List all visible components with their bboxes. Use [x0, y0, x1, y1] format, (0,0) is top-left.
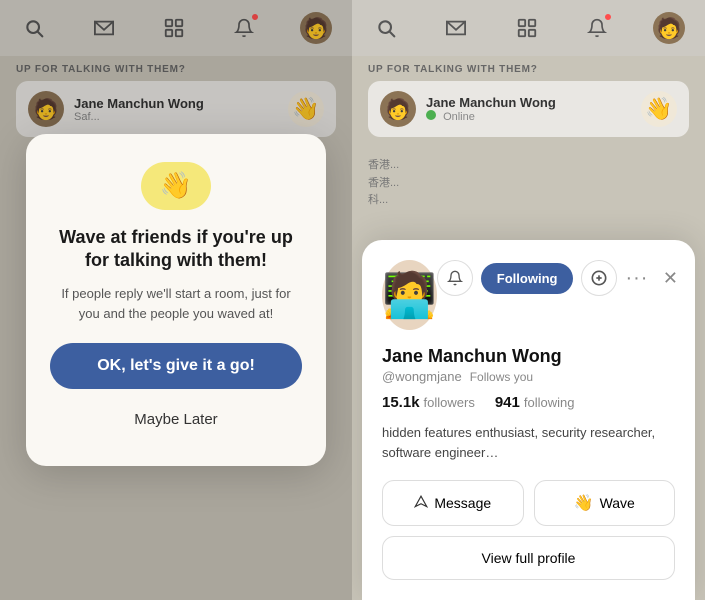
message-icon: [414, 495, 428, 512]
notif-bell-button[interactable]: [437, 260, 473, 296]
right-message-icon[interactable]: [442, 14, 470, 42]
wave-icon: 👋: [574, 493, 594, 513]
add-button[interactable]: [581, 260, 617, 296]
followers-label: followers: [424, 395, 475, 410]
right-panel: 🧑 UP FOR TALKING WITH THEM? 🧑 Jane Manch…: [352, 0, 705, 600]
right-grid-icon[interactable]: [513, 14, 541, 42]
wave-cta-button[interactable]: OK, let's give it a go!: [50, 343, 302, 389]
followers-stat: 15.1k followers: [382, 394, 475, 411]
right-chat-item[interactable]: 🧑 Jane Manchun Wong Online 👋: [368, 81, 689, 137]
right-top-nav: 🧑: [352, 0, 705, 56]
right-avatar[interactable]: 🧑: [653, 12, 685, 44]
wave-label: Wave: [600, 495, 635, 511]
profile-bio: hidden features enthusiast, security res…: [382, 423, 675, 462]
wave-modal-overlay: 👋 Wave at friends if you're up for talki…: [0, 0, 352, 600]
right-chat-name: Jane Manchun Wong: [426, 95, 641, 110]
right-bg-content: UP FOR TALKING WITH THEM? 🧑 Jane Manchun…: [352, 56, 705, 149]
following-stat: 941 following: [495, 394, 575, 411]
wave-emoji: 👋: [160, 170, 192, 201]
right-bell-icon[interactable]: [583, 14, 611, 42]
view-profile-button[interactable]: View full profile: [382, 536, 675, 580]
message-button[interactable]: Message: [382, 480, 524, 526]
wave-later-button[interactable]: Maybe Later: [50, 397, 302, 442]
following-count: 941: [495, 394, 520, 411]
profile-name: Jane Manchun Wong: [382, 346, 675, 367]
more-options-button[interactable]: ···: [625, 267, 648, 290]
followers-count: 15.1k: [382, 394, 420, 411]
right-section-label: UP FOR TALKING WITH THEM?: [368, 64, 689, 75]
profile-card-header: 🧑‍💻 Following: [382, 260, 675, 330]
profile-handle: @wongmjane: [382, 369, 462, 384]
wave-emoji-circle: 👋: [141, 162, 211, 210]
wave-modal-description: If people reply we'll start a room, just…: [50, 284, 302, 323]
profile-avatar: 🧑‍💻: [382, 260, 437, 330]
wave-modal-title: Wave at friends if you're up for talking…: [50, 226, 302, 273]
close-button[interactable]: ✕: [656, 264, 684, 292]
left-panel: 🧑 UP FOR TALKING WITH THEM? 🧑 Jane Manch…: [0, 0, 352, 600]
profile-action-row: Message 👋 Wave: [382, 480, 675, 526]
right-bell-badge: [603, 12, 613, 22]
right-chat-wave: 👋: [641, 91, 677, 127]
profile-stats: 15.1k followers 941 following: [382, 394, 675, 411]
wave-button[interactable]: 👋 Wave: [534, 480, 676, 526]
following-button[interactable]: Following: [481, 263, 574, 294]
profile-card: 🧑‍💻 Following: [362, 240, 695, 600]
wave-modal: 👋 Wave at friends if you're up for talki…: [26, 134, 326, 467]
message-label: Message: [434, 495, 491, 511]
online-dot: [426, 110, 436, 120]
right-chat-status: Online: [426, 110, 641, 123]
following-label: following: [524, 395, 575, 410]
profile-handle-row: @wongmjane Follows you: [382, 369, 675, 384]
profile-card-actions: Following ··· ✕: [437, 260, 685, 296]
right-chat-avatar: 🧑: [380, 91, 416, 127]
follows-you: Follows you: [470, 370, 533, 384]
right-chat-info: Jane Manchun Wong Online: [426, 95, 641, 123]
right-search-icon[interactable]: [372, 14, 400, 42]
bg-text-block: 香港... 香港... 科...: [352, 149, 705, 218]
